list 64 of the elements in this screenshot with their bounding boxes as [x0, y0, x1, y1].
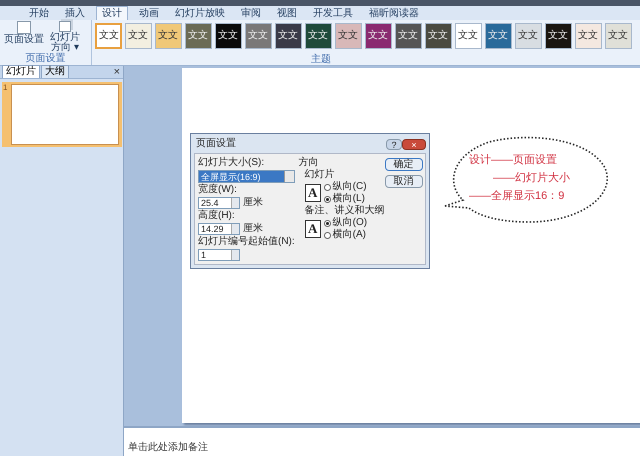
- theme-thumbnail[interactable]: 文文: [95, 23, 122, 49]
- start-number-spinner[interactable]: 1: [198, 249, 240, 261]
- ribbon-tab[interactable]: 插入: [60, 7, 90, 20]
- section-label: 方向: [298, 157, 320, 168]
- theme-thumbnail[interactable]: 文文: [425, 23, 452, 49]
- theme-thumbnail[interactable]: 文文: [275, 23, 302, 49]
- theme-thumbnail[interactable]: 文文: [365, 23, 392, 49]
- theme-thumbnail[interactable]: 文文: [305, 23, 332, 49]
- callout-text: 设计——页面设置: [468, 154, 558, 167]
- pane-tab[interactable]: 大纲: [41, 65, 69, 78]
- ok-button[interactable]: 确定: [384, 158, 423, 171]
- slide-thumbnail[interactable]: 1: [2, 82, 122, 147]
- notes-placeholder[interactable]: 单击此处添加备注: [128, 442, 208, 453]
- close-button[interactable]: ×: [402, 138, 426, 150]
- width-spinner[interactable]: 25.4: [198, 197, 240, 209]
- dialog-title: 页面设置: [195, 138, 237, 150]
- radio-option[interactable]: 横向(A): [324, 229, 368, 241]
- theme-thumbnail[interactable]: 文文: [185, 23, 212, 49]
- theme-thumbnail[interactable]: 文文: [335, 23, 362, 49]
- ribbon-tab[interactable]: 视图: [272, 7, 302, 20]
- radio-option[interactable]: 纵向(C): [324, 181, 367, 193]
- theme-thumbnail[interactable]: 文文: [455, 23, 482, 49]
- slide-orientation-button[interactable]: 幻灯片方向 ▾: [48, 21, 82, 53]
- ribbon-tab[interactable]: 开始: [24, 7, 54, 20]
- group-label: 主题: [311, 54, 331, 65]
- theme-thumbnail[interactable]: 文文: [515, 23, 542, 49]
- theme-thumbnail[interactable]: 文文: [545, 23, 572, 49]
- ribbon-tab[interactable]: 设计: [96, 6, 128, 20]
- theme-thumbnail[interactable]: 文文: [575, 23, 602, 49]
- ribbon-tab[interactable]: 福昕阅读器: [364, 7, 424, 20]
- page-letter-icon: A: [304, 184, 321, 202]
- height-spinner[interactable]: 14.29: [198, 223, 240, 235]
- radio-option[interactable]: 横向(L): [324, 193, 367, 205]
- field-label: 幻灯片大小(S):: [198, 157, 266, 169]
- field-label: 幻灯片编号起始值(N):: [198, 236, 295, 248]
- theme-thumbnail[interactable]: 文文: [215, 23, 242, 49]
- callout-text: ——幻灯片大小: [492, 172, 570, 185]
- help-button[interactable]: ?: [386, 138, 402, 150]
- ribbon-tab[interactable]: 开发工具: [308, 7, 358, 20]
- section-label: 备注、讲义和大纲: [304, 205, 381, 217]
- theme-thumbnail[interactable]: 文文: [245, 23, 272, 49]
- theme-thumbnail[interactable]: 文文: [485, 23, 512, 49]
- callout-text: ——全屏显示16：9: [468, 190, 566, 203]
- ribbon-tab[interactable]: 动画: [134, 7, 164, 20]
- ribbon-tab[interactable]: 幻灯片放映: [170, 7, 230, 20]
- group-label: 页面设置: [24, 53, 66, 64]
- cancel-button[interactable]: 取消: [384, 175, 423, 188]
- slide-size-dropdown[interactable]: 全屏显示(16:9): [198, 170, 295, 183]
- pane-tab[interactable]: 幻灯片: [2, 65, 40, 78]
- unit-label: 厘米: [243, 197, 263, 209]
- unit-label: 厘米: [243, 223, 263, 235]
- field-label: 高度(H):: [198, 210, 236, 222]
- theme-thumbnail[interactable]: 文文: [125, 23, 152, 49]
- theme-thumbnail[interactable]: 文文: [605, 23, 632, 49]
- field-label: 宽度(W):: [198, 184, 238, 196]
- page-letter-icon: A: [304, 220, 321, 238]
- theme-thumbnail[interactable]: 文文: [395, 23, 422, 49]
- theme-thumbnail[interactable]: 文文: [155, 23, 182, 49]
- ribbon-tab[interactable]: 审阅: [236, 7, 266, 20]
- page-icon: [17, 21, 31, 34]
- section-label: 幻灯片: [304, 169, 336, 181]
- close-button[interactable]: ×: [110, 66, 123, 78]
- radio-option[interactable]: 纵向(O): [324, 217, 368, 229]
- page-setup-button[interactable]: 页面设置: [2, 21, 46, 53]
